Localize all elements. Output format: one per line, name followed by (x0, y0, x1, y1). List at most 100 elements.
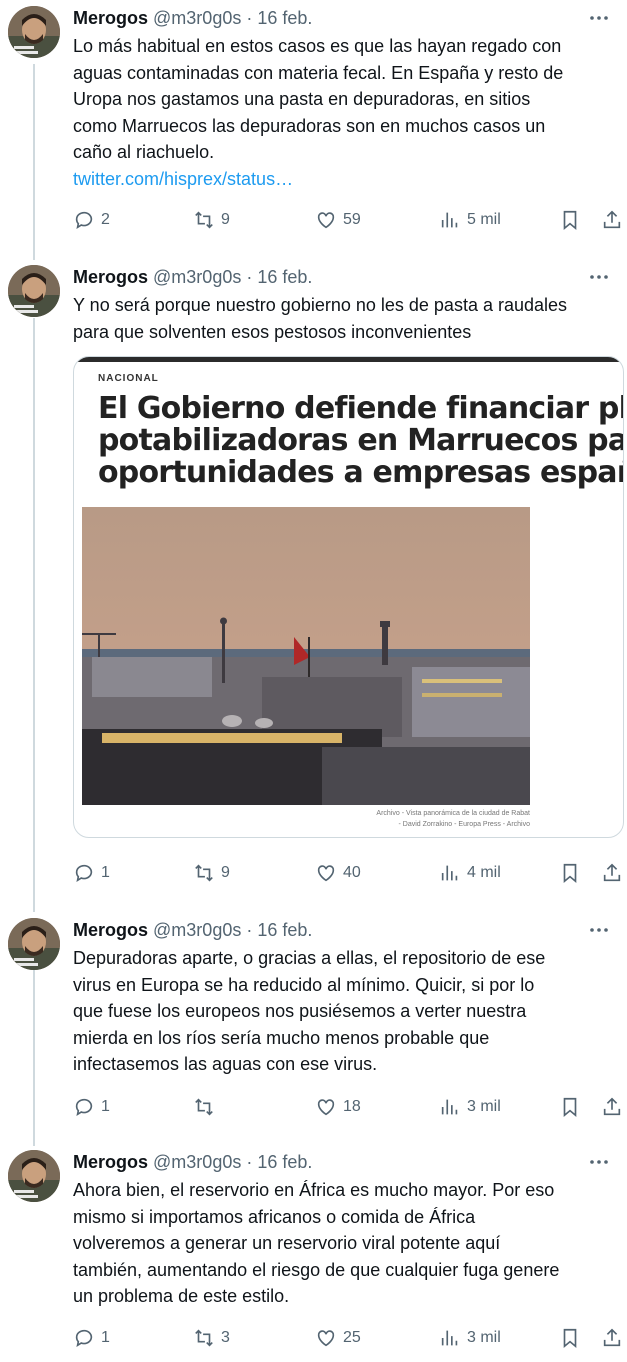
retweet-button[interactable]: 9 (193, 206, 230, 234)
reply-button[interactable]: 1 (73, 1093, 110, 1121)
reply-button[interactable]: 2 (73, 206, 110, 234)
retweet-button[interactable] (193, 1093, 221, 1121)
tweet-date[interactable]: 16 feb. (257, 1152, 312, 1172)
tweet-header: Merogos @m3r0g0s · 16 feb. (73, 1150, 617, 1174)
retweet-count: 3 (221, 1329, 230, 1346)
like-button[interactable]: 59 (315, 206, 361, 234)
tweet-text-line: también, aumentando el riesgo de que cua… (73, 1259, 560, 1280)
views-icon (441, 865, 458, 881)
tweet-text-line: aguas contaminadas con materia fecal. En… (73, 62, 564, 83)
like-button[interactable]: 25 (315, 1324, 361, 1352)
reply-icon (75, 1329, 93, 1348)
card-headline-line: potabilizadoras en Marruecos para abrir (98, 423, 624, 458)
reply-count: 1 (101, 1329, 110, 1346)
retweet-button[interactable]: 9 (193, 859, 230, 887)
retweet-count: 9 (221, 211, 230, 228)
tweet-text-line: Ahora bien, el reservorio en África es m… (73, 1180, 555, 1200)
avatar[interactable] (8, 1150, 60, 1202)
like-button[interactable]: 18 (315, 1093, 361, 1121)
tweet-text-line: mierda en los ríos sería mucho menos pro… (73, 1027, 490, 1048)
separator-dot: · (246, 267, 253, 287)
tweet-link[interactable]: twitter.com/hisprex/status… (73, 166, 621, 193)
display-name[interactable]: Merogos (73, 8, 148, 28)
display-name[interactable]: Merogos (73, 920, 148, 940)
bookmark-icon (563, 1328, 577, 1349)
reply-count: 1 (101, 1098, 110, 1115)
display-name[interactable]: Merogos (73, 267, 148, 287)
reply-button[interactable]: 1 (73, 859, 110, 887)
more-horizontal-icon[interactable] (587, 265, 611, 289)
tweet-date[interactable]: 16 feb. (257, 267, 312, 287)
tweet-text-line: como Marruecos las depuradoras son en mu… (73, 115, 546, 136)
action-bar: 2 9 59 5 mil (73, 206, 623, 234)
link-card[interactable]: NACIONAL El Gobierno defiende financiar … (73, 356, 624, 838)
more-horizontal-icon[interactable] (587, 6, 611, 30)
bookmark-icon (563, 863, 577, 884)
tweet[interactable]: Merogos @m3r0g0s · 16 feb. Y no será por… (0, 259, 627, 899)
action-bar: 1 9 40 4 mil (73, 859, 623, 887)
bookmark-button[interactable] (559, 1093, 581, 1121)
heart-icon (317, 212, 335, 229)
tweet-text: Ahora bien, el reservorio en África es m… (73, 1177, 621, 1310)
reply-count: 1 (101, 864, 110, 881)
views-icon (441, 1330, 458, 1346)
bookmark-button[interactable] (559, 206, 581, 234)
tweet-text-line: Y no será porque nuestro gobierno no les… (73, 295, 568, 315)
like-count: 40 (343, 864, 361, 881)
views-button[interactable]: 4 mil (439, 859, 501, 887)
heart-icon (317, 1330, 335, 1347)
share-button[interactable] (601, 206, 623, 234)
tweet[interactable]: Merogos @m3r0g0s · 16 feb. Depuradoras a… (0, 912, 627, 1137)
user-handle[interactable]: @m3r0g0s (153, 920, 241, 940)
more-horizontal-icon[interactable] (587, 918, 611, 942)
views-count: 3 mil (467, 1098, 501, 1115)
avatar[interactable] (8, 6, 60, 58)
share-icon (603, 1097, 621, 1116)
card-caption-line: - David Zorrakino - Europa Press - Archi… (398, 821, 531, 828)
reply-button[interactable]: 1 (73, 1324, 110, 1352)
card-caption-line: Archivo - Vista panorámica de la ciudad … (376, 810, 530, 817)
reply-icon (75, 1098, 93, 1117)
retweet-icon (195, 1098, 213, 1116)
more-horizontal-icon[interactable] (587, 1150, 611, 1174)
tweet-text-line: mismo si importamos africanos o comida d… (73, 1206, 476, 1227)
user-handle[interactable]: @m3r0g0s (153, 267, 241, 287)
display-name[interactable]: Merogos (73, 1152, 148, 1172)
reply-icon (75, 864, 93, 883)
like-button[interactable]: 40 (315, 859, 361, 887)
action-bar: 1 18 3 mil (73, 1093, 623, 1121)
tweet-text-line: Depuradoras aparte, o gracias a ellas, e… (73, 948, 546, 968)
like-count: 25 (343, 1329, 361, 1346)
avatar[interactable] (8, 918, 60, 970)
card-top-bar (74, 357, 623, 362)
user-handle[interactable]: @m3r0g0s (153, 8, 241, 28)
tweet-text-line: un problema de este estilo. (73, 1286, 290, 1306)
retweet-icon (195, 211, 213, 229)
tweet[interactable]: Merogos @m3r0g0s · 16 feb. Lo más habitu… (0, 0, 627, 250)
tweet-text-line: virus en Europa se ha reducido al mínimo… (73, 974, 535, 995)
tweet[interactable]: Merogos @m3r0g0s · 16 feb. Ahora bien, e… (0, 1144, 627, 1362)
bookmark-button[interactable] (559, 859, 581, 887)
separator-dot: · (246, 920, 253, 940)
avatar[interactable] (8, 265, 60, 317)
views-button[interactable]: 3 mil (439, 1093, 501, 1121)
separator-dot: · (246, 8, 253, 28)
heart-icon (317, 1099, 335, 1116)
retweet-button[interactable]: 3 (193, 1324, 230, 1352)
tweet-text-line: volveremos a generar un reservorio viral… (73, 1233, 501, 1253)
share-button[interactable] (601, 1093, 623, 1121)
share-button[interactable] (601, 859, 623, 887)
views-button[interactable]: 5 mil (439, 206, 501, 234)
user-handle[interactable]: @m3r0g0s (153, 1152, 241, 1172)
views-icon (441, 1099, 458, 1115)
tweet-header: Merogos @m3r0g0s · 16 feb. (73, 918, 617, 942)
retweet-icon (195, 1329, 213, 1347)
views-count: 4 mil (467, 864, 501, 881)
tweet-date[interactable]: 16 feb. (257, 920, 312, 940)
share-icon (603, 1328, 621, 1347)
bookmark-button[interactable] (559, 1324, 581, 1352)
views-button[interactable]: 3 mil (439, 1324, 501, 1352)
tweet-date[interactable]: 16 feb. (257, 8, 312, 28)
share-button[interactable] (601, 1324, 623, 1352)
tweet-text: Y no será porque nuestro gobierno no les… (73, 292, 621, 345)
